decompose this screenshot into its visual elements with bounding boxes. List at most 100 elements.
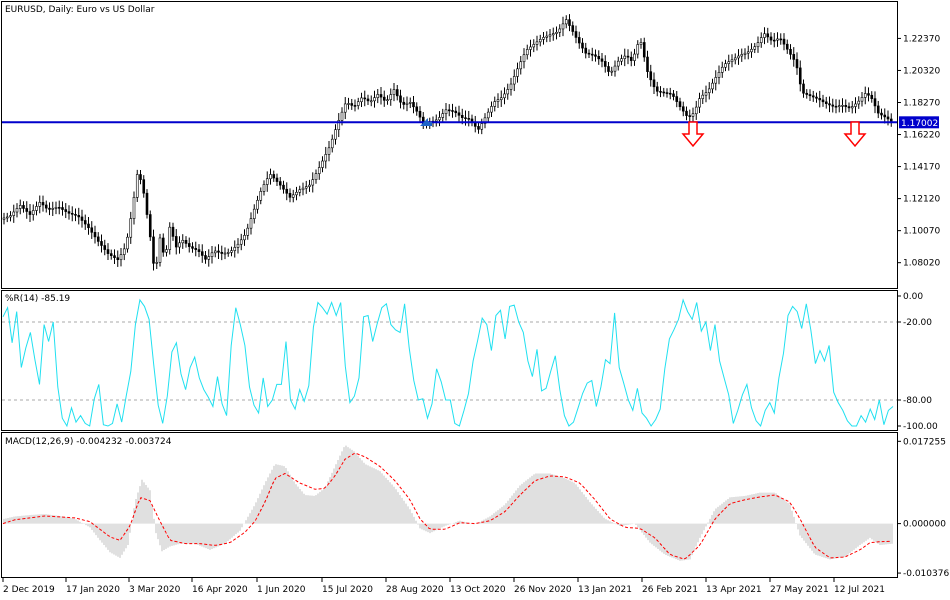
candle-body <box>334 129 337 140</box>
candle-body <box>672 93 675 97</box>
candle-body <box>545 35 549 38</box>
candle-body <box>321 160 324 168</box>
down-arrow-icon <box>681 121 705 148</box>
candle-body <box>772 39 776 42</box>
x-axis-tick-label: 13 Apr 2021 <box>706 585 762 595</box>
candle-body <box>564 19 568 25</box>
candle-body <box>519 61 523 70</box>
candle-body <box>230 250 233 253</box>
candle-body <box>18 205 22 209</box>
candle-body <box>246 227 250 236</box>
candle-body <box>837 105 841 107</box>
candle-body <box>155 262 159 264</box>
candle-body <box>402 101 406 105</box>
candle-body <box>535 41 539 45</box>
candle-body <box>870 94 874 99</box>
candle-body <box>769 36 773 41</box>
candle-body <box>389 94 393 100</box>
candle-body <box>815 96 818 99</box>
x-axis-tick-label: 13 Oct 2020 <box>450 585 506 595</box>
candle-body <box>714 77 718 84</box>
candle-body <box>184 239 188 244</box>
candle-body <box>727 61 731 64</box>
candle-body <box>262 184 266 192</box>
candle-body <box>327 147 331 155</box>
candle-body <box>652 79 656 88</box>
candle-body <box>204 255 207 260</box>
candle-body <box>405 102 409 105</box>
candle-body <box>503 93 506 99</box>
candle-body <box>25 208 29 212</box>
candle-body <box>418 110 422 118</box>
candle-body <box>22 205 25 209</box>
candle-body <box>863 93 867 98</box>
candle-body <box>847 106 851 109</box>
candle-body <box>152 236 155 264</box>
candle-body <box>129 218 133 238</box>
candle-body <box>785 43 789 50</box>
candle-body <box>191 246 194 249</box>
candle-body <box>607 66 610 72</box>
candle-body <box>662 91 666 94</box>
macd-series-layer <box>2 445 893 561</box>
candle-body <box>44 204 48 209</box>
candle-body <box>655 86 659 92</box>
candle-body <box>464 117 467 119</box>
candle-body <box>610 70 614 73</box>
candle-body <box>626 55 630 58</box>
candle-body <box>100 241 103 246</box>
candle-body <box>395 89 399 97</box>
price-candles <box>2 14 893 271</box>
candle-body <box>447 109 451 112</box>
candle-body <box>9 215 12 218</box>
candle-body <box>12 211 16 216</box>
candle-body <box>590 53 594 56</box>
candle-body <box>207 256 211 260</box>
candle-body <box>460 115 464 118</box>
candle-body <box>509 83 513 90</box>
candle-body <box>574 31 578 38</box>
candle-body <box>623 55 627 59</box>
candle-body <box>223 252 227 255</box>
candle-body <box>38 202 42 207</box>
candle-body <box>93 232 97 238</box>
candle-body <box>724 63 727 68</box>
wpr-indicator-title: %R(14) -85.19 <box>5 294 70 304</box>
candle-body <box>324 154 328 162</box>
candle-body <box>386 99 389 101</box>
candle-body <box>821 99 825 103</box>
candle-body <box>41 202 45 206</box>
candle-body <box>48 207 51 210</box>
candle-body <box>194 248 198 250</box>
candle-body <box>506 89 510 95</box>
candle-body <box>746 51 750 54</box>
candle-body <box>633 53 636 61</box>
candle-body <box>2 217 6 220</box>
candle-body <box>272 174 276 179</box>
price-y-tick-label: 1.12120 <box>903 195 940 205</box>
candle-body <box>295 191 298 196</box>
candle-body <box>594 54 597 57</box>
candle-body <box>259 191 263 201</box>
candle-body <box>766 33 770 38</box>
candle-body <box>828 103 831 106</box>
candle-body <box>314 173 318 180</box>
candle-body <box>698 98 701 108</box>
candle-body <box>668 92 672 95</box>
candle-body <box>158 237 162 263</box>
candle-body <box>288 192 292 198</box>
candle-body <box>496 99 500 102</box>
candle-body <box>226 252 230 254</box>
wpr-line <box>2 298 894 428</box>
candle-body <box>880 112 883 116</box>
candle-body <box>681 106 685 112</box>
candle-body <box>740 54 744 57</box>
price-y-tick-label: 1.18270 <box>903 98 940 108</box>
candle-body <box>646 56 649 72</box>
x-axis-tick-label: 3 Mar 2020 <box>129 585 181 595</box>
candle-body <box>233 247 237 251</box>
candle-body <box>285 188 289 194</box>
candle-body <box>265 178 269 185</box>
candle-body <box>532 44 536 48</box>
candle-body <box>642 42 646 58</box>
